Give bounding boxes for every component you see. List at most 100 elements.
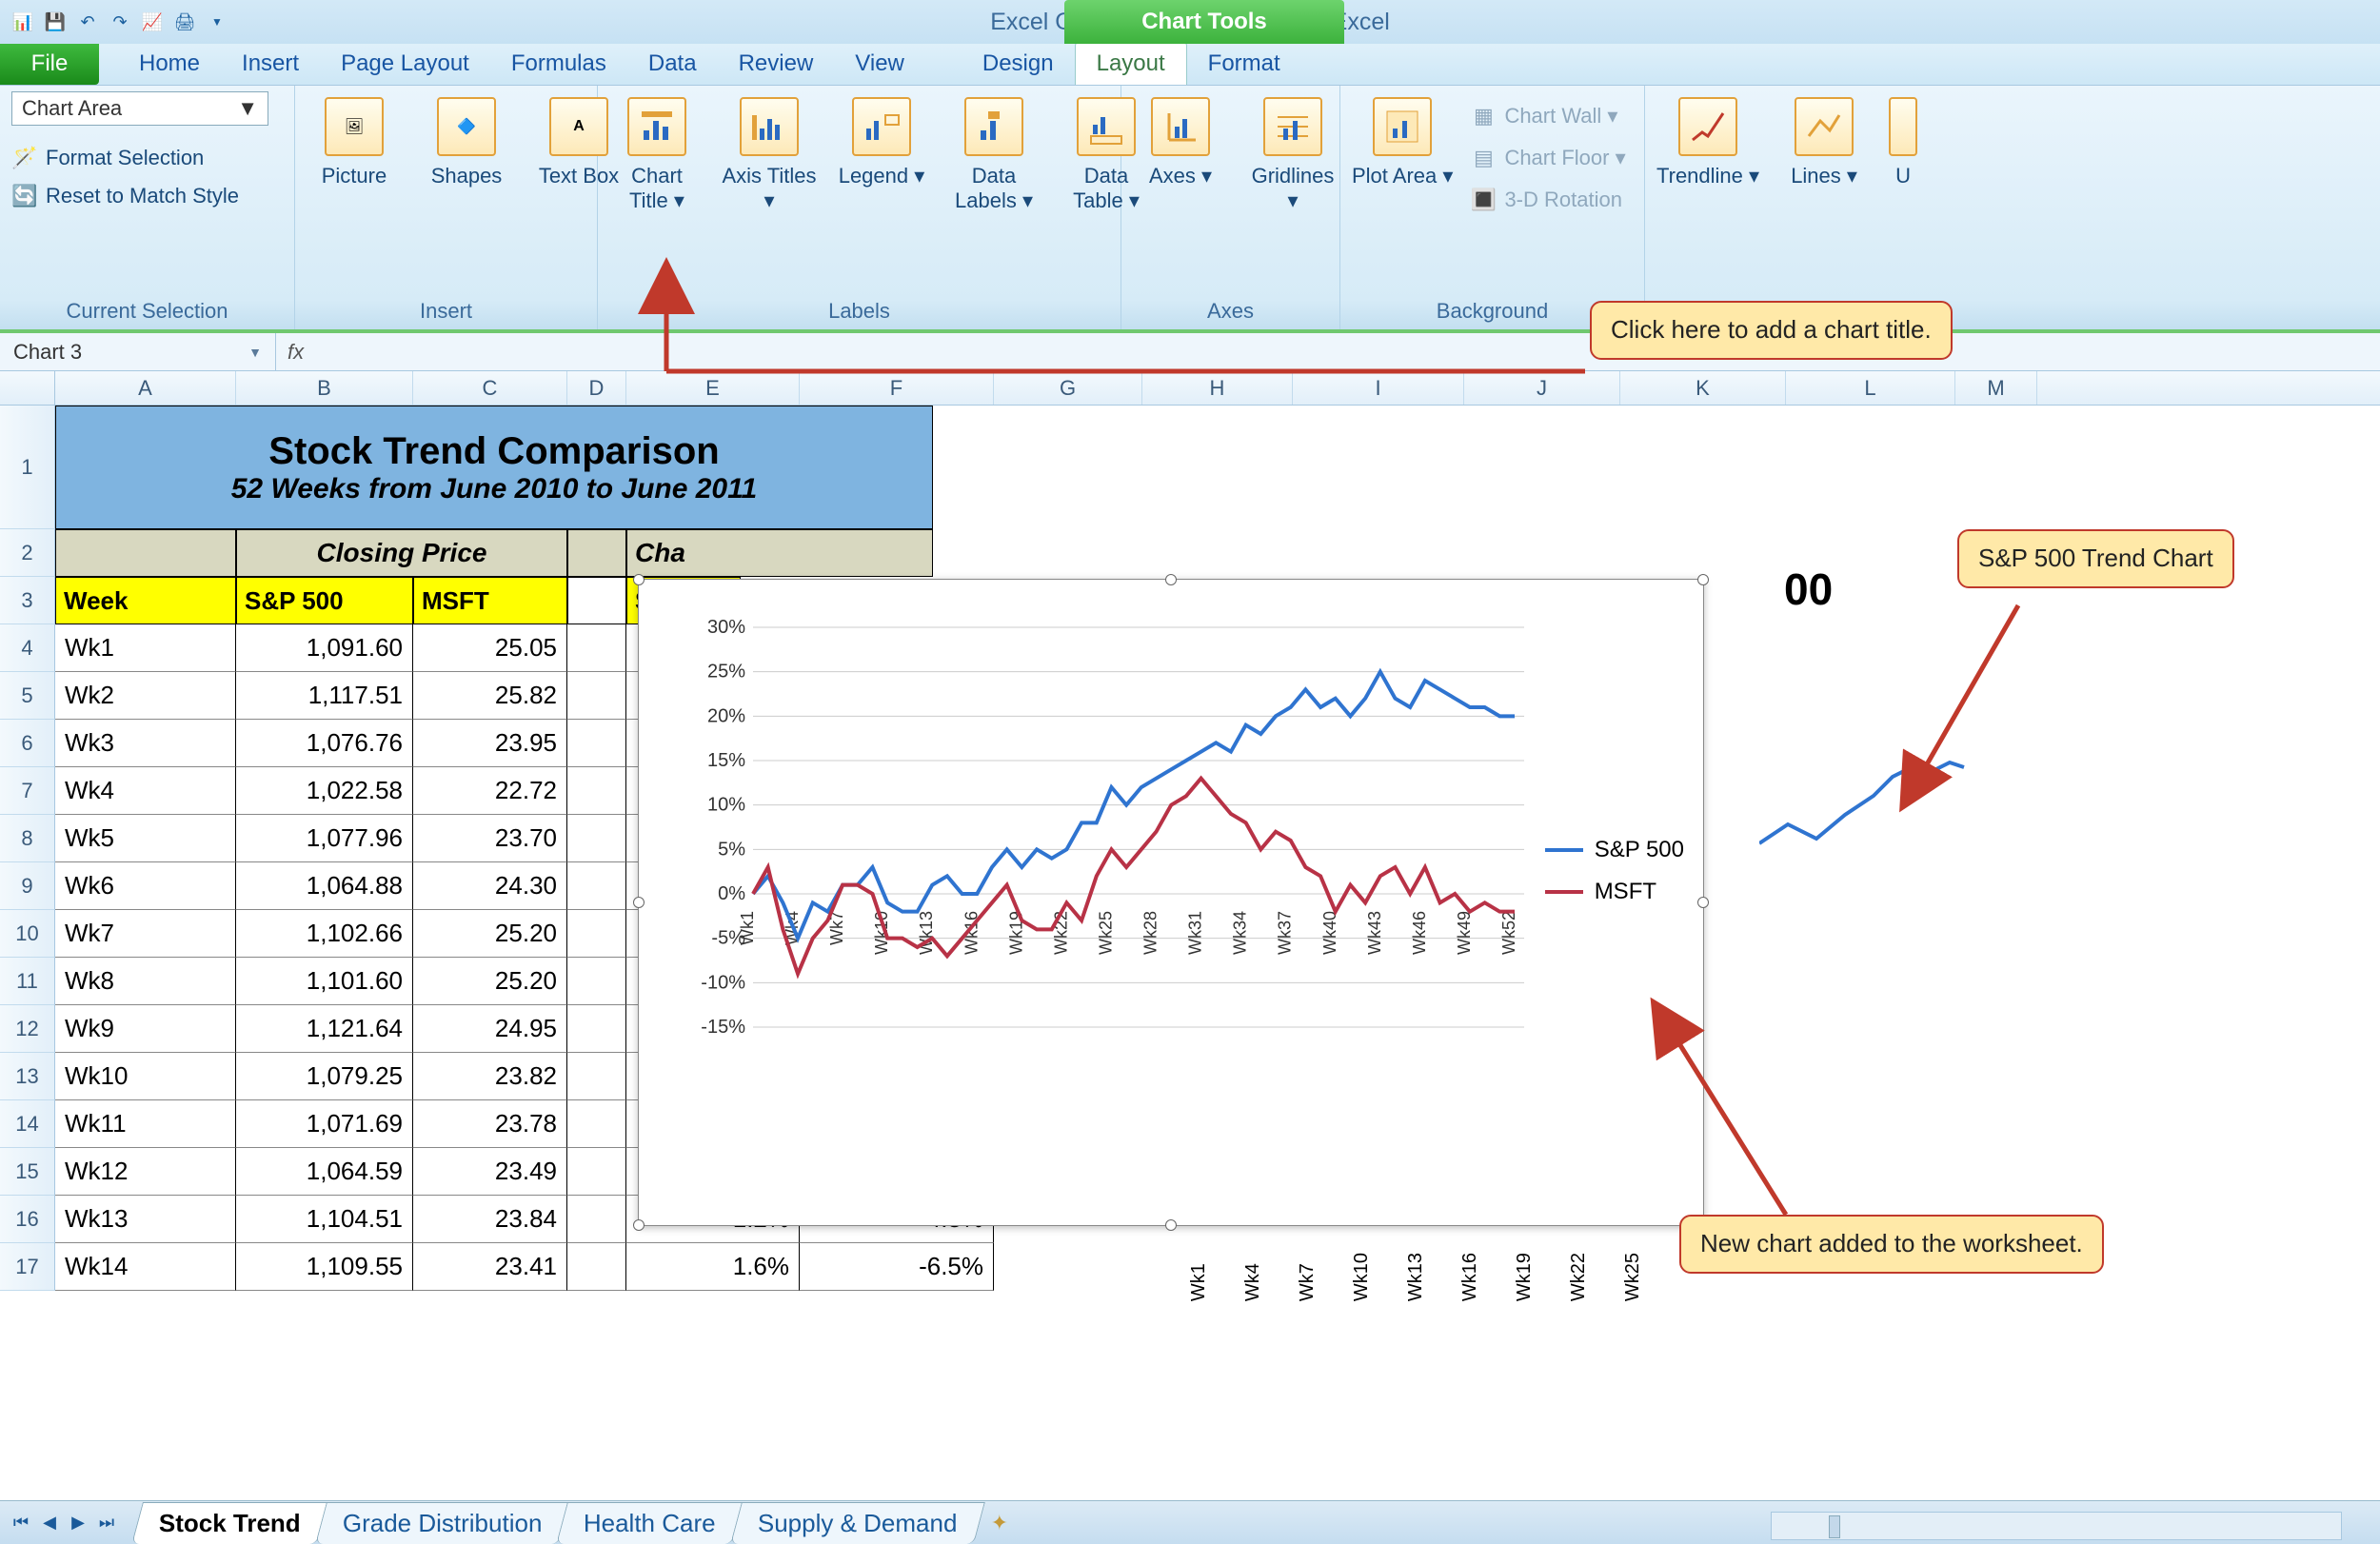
chart-resize-handle[interactable]: [1165, 1219, 1177, 1231]
cell-msft-1[interactable]: 25.05: [413, 624, 567, 672]
col-header-J[interactable]: J: [1464, 371, 1620, 405]
cell-msft-9[interactable]: 24.95: [413, 1005, 567, 1053]
tab-formulas[interactable]: Formulas: [490, 43, 627, 85]
cell-sp-3[interactable]: 1,076.76: [236, 720, 413, 767]
cell-D6[interactable]: [567, 720, 626, 767]
undo-icon[interactable]: ↶: [72, 7, 103, 37]
chart-resize-handle[interactable]: [633, 574, 645, 585]
cell-D14[interactable]: [567, 1100, 626, 1148]
tab-view[interactable]: View: [834, 43, 925, 85]
cell-D9[interactable]: [567, 862, 626, 910]
col-header-L[interactable]: L: [1786, 371, 1955, 405]
col-header-F[interactable]: F: [800, 371, 994, 405]
file-tab[interactable]: File: [0, 43, 99, 85]
row-header-9[interactable]: 9: [0, 862, 55, 910]
redo-icon[interactable]: ↷: [105, 7, 135, 37]
cell-sp-2[interactable]: 1,117.51: [236, 672, 413, 720]
chart-icon[interactable]: 📈: [137, 7, 168, 37]
row-header-6[interactable]: 6: [0, 720, 55, 767]
cell-wk-12[interactable]: Wk12: [55, 1148, 236, 1196]
cell-wk-3[interactable]: Wk3: [55, 720, 236, 767]
col-header-C[interactable]: C: [413, 371, 567, 405]
tab-format[interactable]: Format: [1187, 43, 1301, 85]
qat-dropdown-icon[interactable]: ▼: [202, 7, 232, 37]
cell-A2[interactable]: [55, 529, 236, 577]
legend-button[interactable]: Legend ▾: [834, 91, 929, 188]
row-header-12[interactable]: 12: [0, 1005, 55, 1053]
chart-legend[interactable]: S&P 500 MSFT: [1545, 837, 1684, 920]
cell-D13[interactable]: [567, 1053, 626, 1100]
col-header-M[interactable]: M: [1955, 371, 2037, 405]
cell-wk-8[interactable]: Wk8: [55, 958, 236, 1005]
row-header-14[interactable]: 14: [0, 1100, 55, 1148]
cell-sp-14[interactable]: 1,109.55: [236, 1243, 413, 1291]
cell-D15[interactable]: [567, 1148, 626, 1196]
cell-msft-10[interactable]: 23.82: [413, 1053, 567, 1100]
cell-wk-11[interactable]: Wk11: [55, 1100, 236, 1148]
closing-price-header[interactable]: Closing Price: [236, 529, 567, 577]
cell-msft-4[interactable]: 22.72: [413, 767, 567, 815]
tab-layout[interactable]: Layout: [1075, 42, 1187, 85]
cell-wk-7[interactable]: Wk7: [55, 910, 236, 958]
cell-wk-6[interactable]: Wk6: [55, 862, 236, 910]
cell-wk-1[interactable]: Wk1: [55, 624, 236, 672]
cell-msft-14[interactable]: 23.41: [413, 1243, 567, 1291]
cell-sp-6[interactable]: 1,064.88: [236, 862, 413, 910]
data-labels-button[interactable]: Data Labels ▾: [946, 91, 1041, 214]
cell-msft-3[interactable]: 23.95: [413, 720, 567, 767]
change-header[interactable]: Cha: [626, 529, 933, 577]
cell-sp-8[interactable]: 1,101.60: [236, 958, 413, 1005]
msft-header[interactable]: MSFT: [413, 577, 567, 624]
cell-D4[interactable]: [567, 624, 626, 672]
row-header-4[interactable]: 4: [0, 624, 55, 672]
cell-msft-13[interactable]: 23.84: [413, 1196, 567, 1243]
select-all-corner[interactable]: [0, 371, 55, 405]
row-header-11[interactable]: 11: [0, 958, 55, 1005]
axis-titles-button[interactable]: Axis Titles ▾: [722, 91, 817, 214]
cell-msft-11[interactable]: 23.78: [413, 1100, 567, 1148]
tab-home[interactable]: Home: [118, 43, 221, 85]
row-header-1[interactable]: 1: [0, 406, 55, 529]
sheet-tab-supply-demand[interactable]: Supply & Demand: [730, 1502, 984, 1544]
sheet-tab-grade-distribution[interactable]: Grade Distribution: [315, 1502, 569, 1544]
cell-sp-4[interactable]: 1,022.58: [236, 767, 413, 815]
sheet-tab-stock-trend[interactable]: Stock Trend: [131, 1502, 328, 1544]
name-box[interactable]: Chart 3: [0, 333, 276, 370]
week-header[interactable]: Week: [55, 577, 236, 624]
plot-area-button[interactable]: Plot Area ▾: [1352, 91, 1453, 188]
row-header-16[interactable]: 16: [0, 1196, 55, 1243]
reset-to-match-style-button[interactable]: 🔄Reset to Match Style: [11, 179, 239, 213]
row-header-3[interactable]: 3: [0, 577, 55, 624]
cell-msft-6[interactable]: 24.30: [413, 862, 567, 910]
sheet-nav-prev-icon[interactable]: ◀: [38, 1512, 61, 1534]
row-header-5[interactable]: 5: [0, 672, 55, 720]
chart-resize-handle[interactable]: [1697, 897, 1709, 908]
row-header-17[interactable]: 17: [0, 1243, 55, 1291]
cell-chg-sp-14[interactable]: 1.6%: [626, 1243, 800, 1291]
col-header-I[interactable]: I: [1293, 371, 1464, 405]
chart-resize-handle[interactable]: [633, 1219, 645, 1231]
cell-msft-7[interactable]: 25.20: [413, 910, 567, 958]
cell-D8[interactable]: [567, 815, 626, 862]
cell-wk-13[interactable]: Wk13: [55, 1196, 236, 1243]
chart-element-selector[interactable]: Chart Area▼: [11, 91, 268, 126]
axes-button[interactable]: Axes ▾: [1133, 91, 1228, 188]
col-header-G[interactable]: G: [994, 371, 1142, 405]
embedded-chart[interactable]: -15%-10%-5%0%5%10%15%20%25%30%Wk1Wk4Wk7W…: [638, 579, 1704, 1226]
cell-D2[interactable]: [567, 529, 626, 577]
lines-button[interactable]: Lines ▾: [1776, 91, 1872, 188]
cell-wk-9[interactable]: Wk9: [55, 1005, 236, 1053]
row-header-7[interactable]: 7: [0, 767, 55, 815]
gridlines-button[interactable]: Gridlines ▾: [1245, 91, 1340, 214]
col-header-A[interactable]: A: [55, 371, 236, 405]
cell-wk-4[interactable]: Wk4: [55, 767, 236, 815]
cell-D17[interactable]: [567, 1243, 626, 1291]
chart-plot-area[interactable]: -15%-10%-5%0%5%10%15%20%25%30%Wk1Wk4Wk7W…: [696, 608, 1524, 1141]
shapes-button[interactable]: 🔷Shapes: [419, 91, 514, 188]
col-header-H[interactable]: H: [1142, 371, 1293, 405]
cell-chg-msft-14[interactable]: -6.5%: [800, 1243, 994, 1291]
cell-sp-5[interactable]: 1,077.96: [236, 815, 413, 862]
chart-title-button[interactable]: Chart Title ▾: [609, 91, 704, 214]
cell-D7[interactable]: [567, 767, 626, 815]
sheet-tab-health-care[interactable]: Health Care: [556, 1502, 744, 1544]
